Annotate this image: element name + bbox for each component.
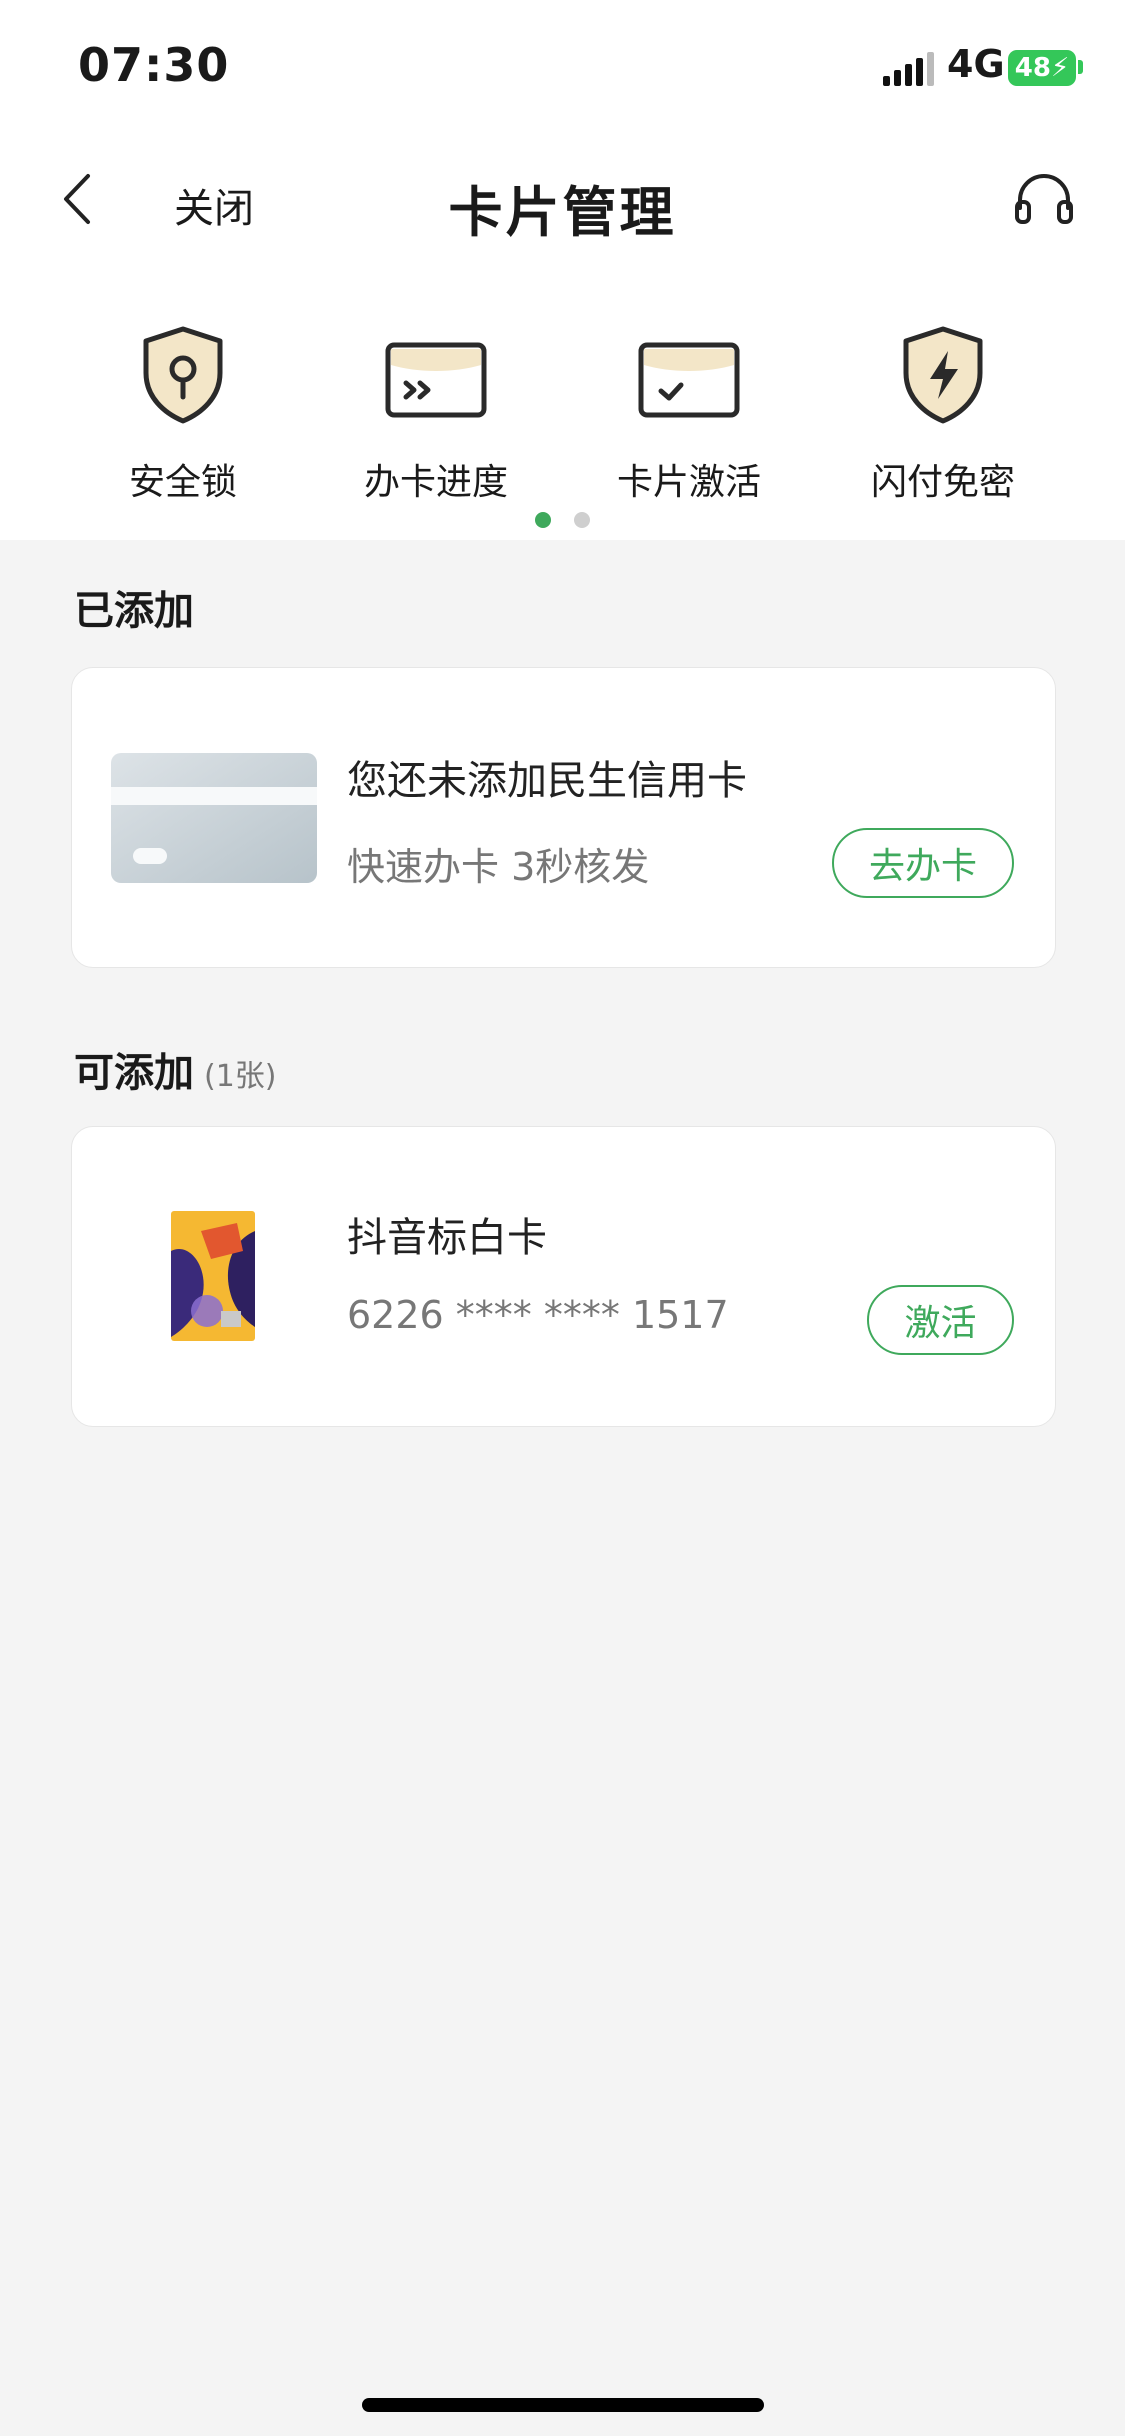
- status-time: 07:30: [78, 38, 230, 92]
- activate-button[interactable]: 激活: [867, 1285, 1014, 1355]
- entry-quickpass[interactable]: 闪付免密: [828, 325, 1058, 505]
- placeholder-card-image: [111, 753, 317, 883]
- battery-cap: [1078, 60, 1083, 74]
- card-progress-icon: [385, 342, 487, 418]
- card-name: 抖音标白卡: [347, 1215, 547, 1261]
- charging-bolt-icon: ⚡: [1050, 53, 1070, 83]
- shield-lock-icon: [143, 326, 223, 424]
- entry-card-progress[interactable]: 办卡进度: [321, 325, 551, 505]
- entry-label: 办卡进度: [363, 462, 508, 503]
- empty-card-title: 您还未添加民生信用卡: [347, 758, 747, 804]
- addable-count: (1张): [204, 1059, 277, 1094]
- addable-title-text: 可添加: [74, 1050, 194, 1096]
- entry-label: 闪付免密: [870, 462, 1015, 503]
- card-number: 6226 **** **** 1517: [347, 1293, 729, 1337]
- addable-card-panel[interactable]: 抖音标白卡 6226 **** **** 1517 激活: [71, 1126, 1056, 1427]
- empty-card-subtitle: 快速办卡 3秒核发: [347, 845, 650, 889]
- home-indicator: [362, 2398, 764, 2412]
- addable-section-title: 可添加 (1张): [74, 1040, 277, 1098]
- shield-lightning-icon: [903, 326, 983, 424]
- entry-label: 安全锁: [128, 462, 237, 503]
- page-indicator: [574, 512, 590, 528]
- card-check-icon: [638, 342, 740, 418]
- battery-level: 48: [1014, 53, 1051, 83]
- battery-icon: 48 ⚡: [1008, 50, 1076, 86]
- added-section-title: 已添加: [74, 588, 194, 634]
- empty-card-panel: 您还未添加民生信用卡 快速办卡 3秒核发 去办卡: [71, 667, 1056, 968]
- page-title: 卡片管理: [448, 181, 677, 244]
- entry-label: 卡片激活: [616, 462, 761, 503]
- headset-icon[interactable]: [1014, 170, 1074, 226]
- entry-security-lock[interactable]: 安全锁: [68, 325, 298, 505]
- apply-card-button[interactable]: 去办卡: [832, 828, 1014, 898]
- network-type: 4G: [947, 42, 1005, 86]
- douyin-card-image: [171, 1211, 255, 1341]
- page-indicator-active: [535, 512, 551, 528]
- entry-card-activation[interactable]: 卡片激活: [574, 325, 804, 505]
- signal-icon: [883, 52, 934, 86]
